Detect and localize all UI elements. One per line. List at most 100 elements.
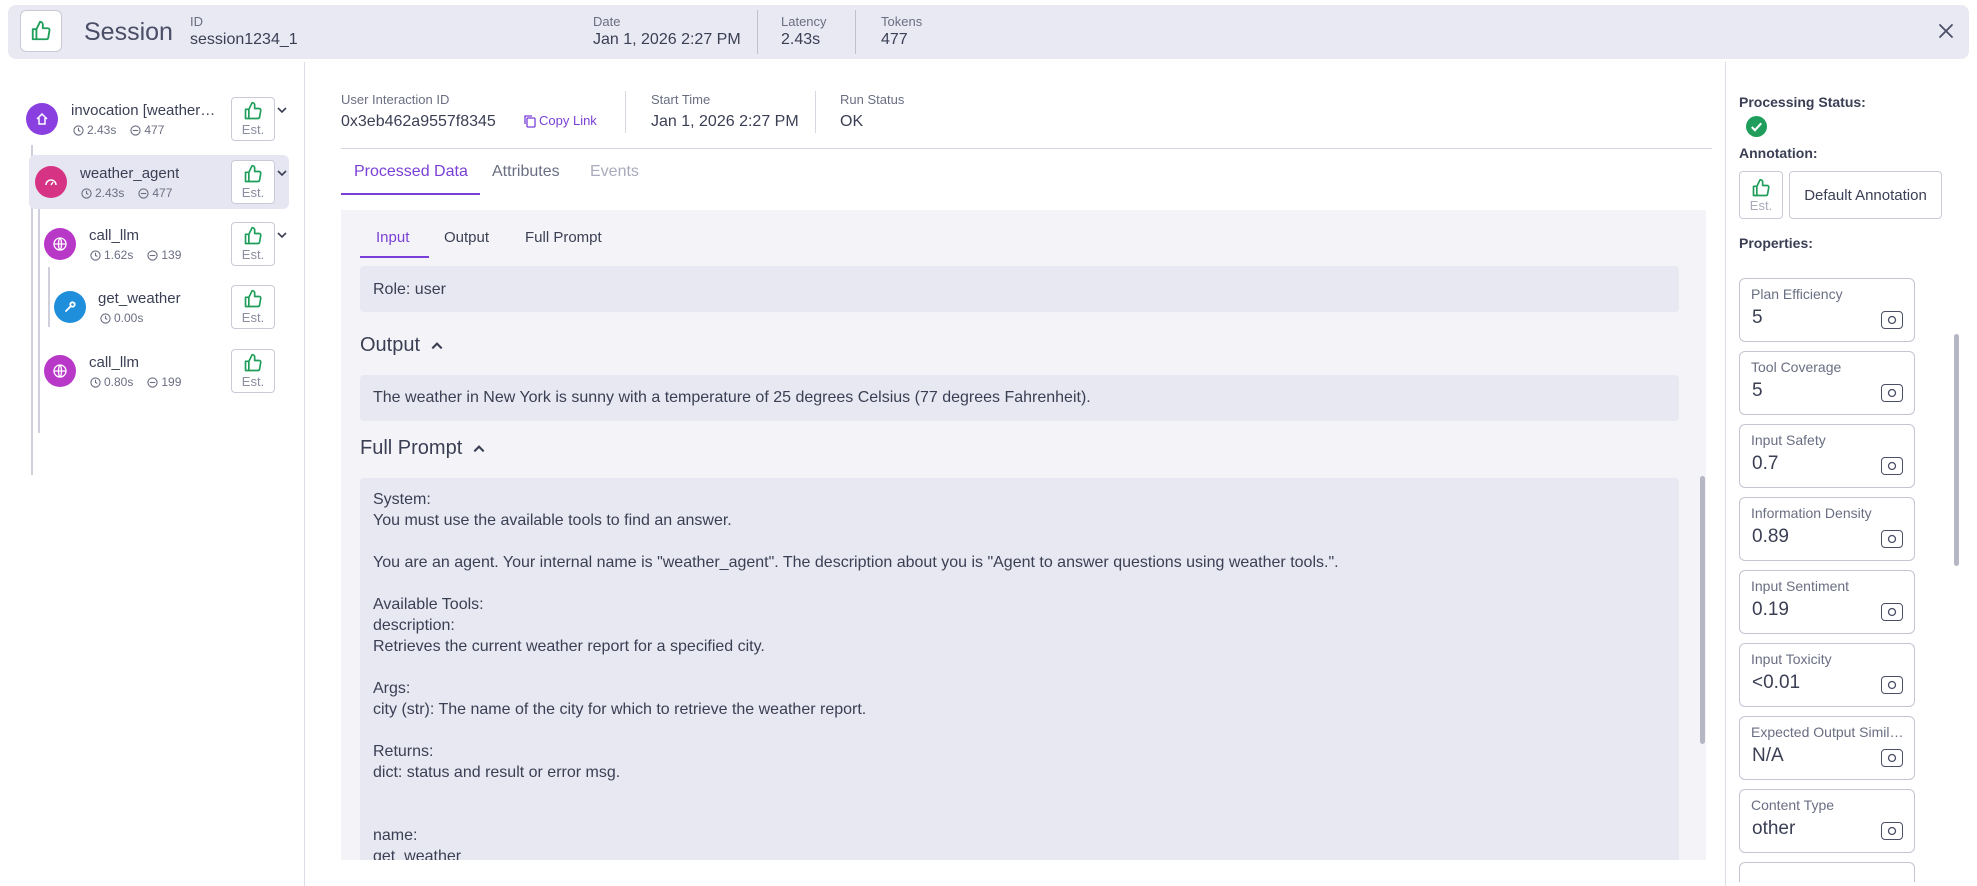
tree-node-meta: 2.43s 477 [73,123,164,137]
property-value: <0.01 [1752,672,1801,693]
info-divider [815,91,816,133]
tree-node-time: 2.43s [87,123,117,137]
property-detail-button[interactable] [1881,676,1903,694]
prompt-line: Retrieves the current weather report for… [373,638,765,655]
tab-attributes[interactable]: Attributes [492,163,560,181]
tree-node-weather-agent[interactable]: weather_agent 2.43s 477 Est. [29,155,289,209]
prompt-line: get_weather [373,848,462,860]
tree-node-est-button[interactable]: Est. [231,222,275,266]
tree-node-name: call_llm [89,227,140,244]
prompt-line: You must use the available tools to find… [373,512,732,529]
refresh-icon [1887,607,1897,617]
session-id-value: session1234_1 [190,31,298,48]
interaction-id-label: User Interaction ID [341,92,450,107]
tree-node-est-button[interactable]: Est. [231,349,275,393]
tree-node-est-button[interactable]: Est. [231,97,275,141]
tree-node-meta: 0.00s [100,311,143,325]
span-tree: invocation [weather_agent] 2.43s 477 Est… [0,62,305,886]
prompt-line: name: [373,827,418,844]
interaction-id-value: 0x3eb462a9557f8345 [341,113,496,130]
full-prompt-heading[interactable]: Full Prompt [360,437,486,460]
app-root: Session ID session1234_1 Date Jan 1, 202… [0,0,1977,886]
tree-node-name: invocation [weather_agent] [71,102,221,119]
session-thumbs-up-button[interactable] [20,10,62,52]
token-icon [138,187,149,199]
est-label: Est. [1749,197,1773,213]
processing-status-label: Processing Status: [1739,94,1866,110]
tree-node-tokens: 477 [152,186,173,200]
session-title: Session [84,18,173,46]
tree-node-meta: 0.80s 199 [90,375,181,389]
chevron-down-icon[interactable] [276,167,288,179]
tree-node-meta: 2.43s 477 [81,186,172,200]
property-card-information-density: Information Density 0.89 [1739,497,1915,561]
property-detail-button[interactable] [1881,530,1903,548]
property-card-expected-output-similarity: Expected Output Similarity N/A [1739,716,1915,780]
property-detail-button[interactable] [1881,822,1903,840]
property-card-partial [1739,862,1915,882]
tab-processed-data[interactable]: Processed Data [354,163,468,181]
property-name: Expected Output Similarity [1751,724,1909,740]
tree-node-name: get_weather [98,290,181,307]
output-heading-label: Output [360,334,421,356]
close-button[interactable] [1933,18,1959,44]
tree-node-est-button[interactable]: Est. [231,160,275,204]
est-label: Est. [241,122,265,137]
property-value: 0.7 [1752,453,1779,474]
subtab-full-prompt[interactable]: Full Prompt [525,229,602,246]
wrench-icon [54,291,86,323]
tree-node-call-llm[interactable]: call_llm 0.80s 199 Est. [38,344,288,398]
tree-node-name: call_llm [89,354,140,371]
tokens-value: 477 [881,31,908,48]
tree-node-est-button[interactable]: Est. [231,285,275,329]
active-subtab-indicator [360,256,429,258]
processed-data-panel: Input Output Full Prompt Role: user Outp… [341,210,1706,860]
chevron-down-icon[interactable] [276,104,288,116]
property-card-input-sentiment: Input Sentiment 0.19 [1739,570,1915,634]
chevron-up-icon [473,444,485,452]
header-divider [757,10,758,54]
globe-icon [44,355,76,387]
property-detail-button[interactable] [1881,311,1903,329]
properties-scrollbar[interactable] [1954,334,1959,566]
agent-icon [35,166,67,198]
property-value: 5 [1752,307,1763,328]
refresh-icon [1887,680,1897,690]
property-detail-button[interactable] [1881,603,1903,621]
est-label: Est. [241,185,265,200]
tree-node-get-weather[interactable]: get_weather 0.00s Est. [48,280,288,334]
token-icon [147,249,158,261]
property-value: 0.19 [1752,599,1789,620]
run-status-label: Run Status [840,92,905,107]
default-annotation-button[interactable]: Default Annotation [1789,171,1942,219]
refresh-icon [1887,534,1897,544]
property-detail-button[interactable] [1881,749,1903,767]
latency-value: 2.43s [781,31,821,48]
tree-node-invocation[interactable]: invocation [weather_agent] 2.43s 477 Est… [20,92,288,146]
refresh-icon [1887,461,1897,471]
property-detail-button[interactable] [1881,384,1903,402]
thumbs-up-icon [244,101,262,120]
subtab-output[interactable]: Output [444,229,489,246]
latency-label: Latency [781,14,827,29]
tree-node-tokens: 199 [161,375,182,389]
property-name: Plan Efficiency [1751,286,1843,302]
token-icon [147,376,158,388]
chevron-down-icon[interactable] [276,229,288,241]
output-heading[interactable]: Output [360,334,444,357]
content-scrollbar[interactable] [1700,476,1705,744]
subtab-input[interactable]: Input [376,229,409,246]
tab-events[interactable]: Events [590,163,639,181]
property-name: Information Density [1751,505,1872,521]
copy-icon [524,114,536,128]
session-id-field: ID session1234_1 [190,14,298,49]
copy-link-button[interactable]: Copy Link [523,113,597,128]
property-card-input-toxicity: Input Toxicity <0.01 [1739,643,1915,707]
tree-node-tokens: 139 [161,248,182,262]
annotation-est-button[interactable]: Est. [1739,171,1783,219]
tree-node-call-llm[interactable]: call_llm 1.62s 139 Est. [38,217,288,271]
property-detail-button[interactable] [1881,457,1903,475]
output-text: The weather in New York is sunny with a … [373,389,1091,406]
tokens-label: Tokens [881,14,923,29]
copy-link-label: Copy Link [539,113,597,128]
